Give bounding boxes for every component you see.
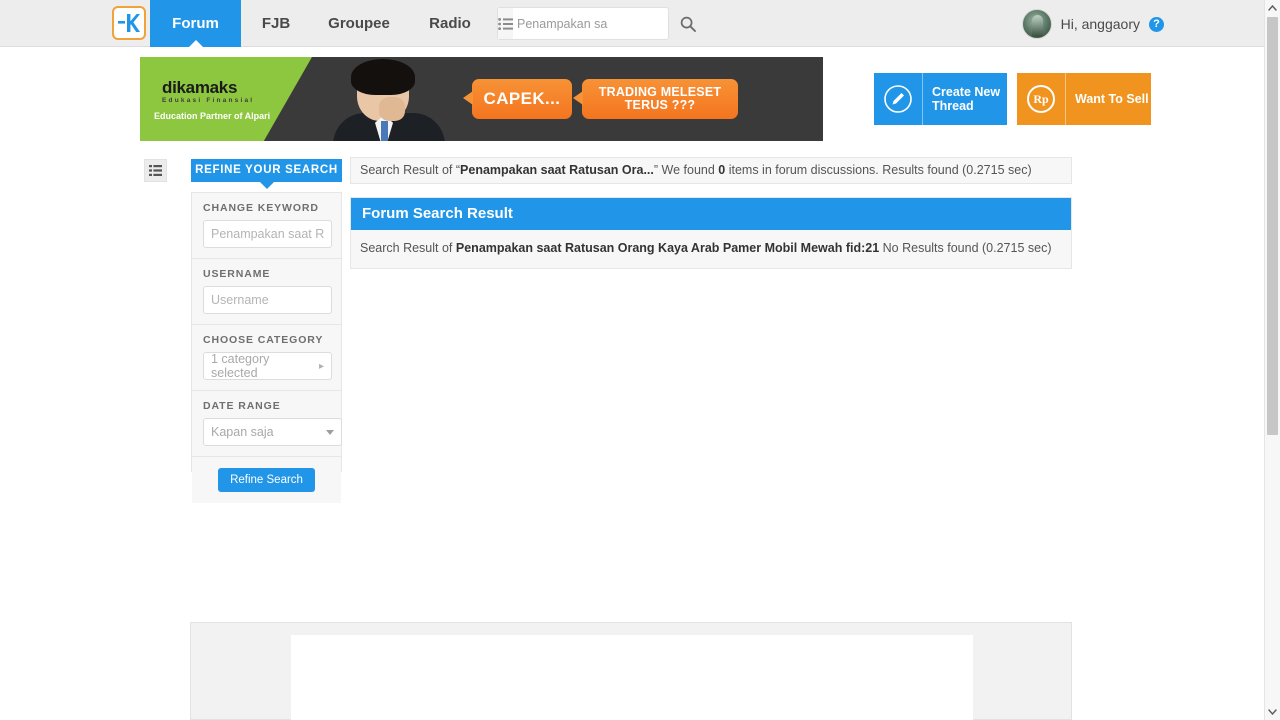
username-input[interactable] xyxy=(203,286,332,314)
nav-tab-radio[interactable]: Radio xyxy=(407,0,493,47)
nav-tab-forum-label: Forum xyxy=(172,15,219,32)
search-icon-glyph xyxy=(680,16,696,32)
bottom-advertisement-slot xyxy=(291,635,973,720)
page-scrollbar[interactable] xyxy=(1264,0,1280,720)
result-bar-prefix: Search Result of “ xyxy=(360,163,461,177)
sidebar-toggle-button[interactable] xyxy=(144,159,167,182)
banner-brand-sub: Edukasi Finansial xyxy=(162,97,255,104)
username-label: USERNAME xyxy=(203,268,271,280)
change-keyword-input[interactable] xyxy=(203,220,332,248)
want-to-sell-label: Want To Sell xyxy=(1075,91,1149,106)
top-navigation-bar: Forum FJB Groupee Radio Penampakan sa Hi… xyxy=(0,0,1264,48)
banner-person-hand xyxy=(379,97,405,121)
date-range-select[interactable]: Kapan saja xyxy=(203,418,342,446)
refine-submit-area: Refine Search xyxy=(192,457,341,503)
user-greeting: Hi, anggaory xyxy=(1060,16,1140,32)
chevron-right-icon: ▸ xyxy=(318,360,324,372)
banner-person-tie xyxy=(381,121,388,141)
list-icon-glyph xyxy=(498,17,513,30)
choose-category-label: CHOOSE CATEGORY xyxy=(203,334,324,346)
nav-tab-fjb-label: FJB xyxy=(261,15,291,32)
banner-person-hair xyxy=(351,59,415,95)
nav-tab-groupee-label: Groupee xyxy=(328,15,390,32)
result-body-suffix: No Results found (0.2715 sec) xyxy=(879,241,1052,255)
chevron-down-icon xyxy=(1268,709,1277,715)
result-bar-middle: ” We found xyxy=(653,163,719,177)
change-keyword-label: CHANGE KEYWORD xyxy=(203,202,319,214)
chevron-down-icon xyxy=(326,429,334,435)
result-bar-query: Penampakan saat Ratusan Ora... xyxy=(460,163,654,177)
page-root: Forum FJB Groupee Radio Penampakan sa Hi… xyxy=(0,0,1280,720)
search-input[interactable] xyxy=(513,9,680,38)
refine-search-button[interactable]: Refine Search xyxy=(218,468,315,492)
field-change-keyword: CHANGE KEYWORD xyxy=(192,193,341,259)
refine-search-panel: CHANGE KEYWORD USERNAME CHOOSE CATEGORY … xyxy=(191,192,342,503)
date-range-label: DATE RANGE xyxy=(203,400,281,412)
kaskus-logo[interactable] xyxy=(112,6,146,40)
banner-speech-bubble-1: CAPEK... xyxy=(463,79,572,119)
user-menu[interactable]: Hi, anggaory ? xyxy=(1021,8,1164,40)
help-icon[interactable]: ? xyxy=(1149,16,1164,32)
chevron-up-icon xyxy=(1268,5,1277,11)
pencil-icon xyxy=(874,73,922,125)
banner-brand: dikamaks Edukasi Finansial xyxy=(162,79,254,105)
pencil-icon-glyph xyxy=(884,85,912,113)
nav-tab-groupee[interactable]: Groupee xyxy=(311,0,407,47)
scrollbar-thumb[interactable] xyxy=(1267,17,1278,435)
scrollbar-down-arrow[interactable] xyxy=(1265,704,1280,720)
choose-category-value: 1 category selected xyxy=(211,352,270,380)
search-box xyxy=(497,7,696,40)
scrollbar-up-arrow[interactable] xyxy=(1265,0,1280,16)
list-toggle-icon xyxy=(149,165,162,176)
rupiah-icon-glyph: Rp xyxy=(1027,85,1055,113)
kaskus-logo-icon xyxy=(118,14,140,32)
result-body-prefix: Search Result of xyxy=(360,241,456,255)
search-result-summary-bar: Search Result of “Penampakan saat Ratusa… xyxy=(350,157,1072,184)
create-new-thread-button[interactable]: Create New Thread xyxy=(874,73,1007,125)
forum-search-result-panel: Forum Search Result Search Result of Pen… xyxy=(350,197,1072,269)
nav-tab-forum[interactable]: Forum xyxy=(150,0,241,48)
field-username: USERNAME xyxy=(192,259,341,325)
rupiah-icon: Rp xyxy=(1017,73,1065,125)
list-icon[interactable] xyxy=(498,8,513,39)
create-new-thread-label: Create New Thread xyxy=(932,84,1001,113)
choose-category-select[interactable]: 1 category selected ▸ xyxy=(203,352,332,380)
forum-search-result-body: Search Result of Penampakan saat Ratusan… xyxy=(351,230,1071,268)
date-range-value: Kapan saja xyxy=(211,425,274,439)
want-to-sell-button[interactable]: Rp Want To Sell xyxy=(1017,73,1151,125)
banner-tagline: Education Partner of Alpari xyxy=(154,111,271,121)
banner-advertisement[interactable]: dikamaks Edukasi Finansial Education Par… xyxy=(140,57,823,141)
result-body-query: Penampakan saat Ratusan Orang Kaya Arab … xyxy=(455,241,880,255)
search-icon[interactable] xyxy=(680,8,696,39)
banner-person-image xyxy=(315,57,475,141)
avatar[interactable] xyxy=(1021,9,1052,39)
banner-brand-name: dikamaks xyxy=(162,78,238,97)
forum-search-result-title: Forum Search Result xyxy=(351,198,1071,230)
result-bar-suffix: items in forum discussions. Results foun… xyxy=(725,163,1032,177)
nav-tab-radio-label: Radio xyxy=(429,15,471,32)
banner-speech-bubble-2: TRADING MELESET TERUS ??? xyxy=(573,79,738,119)
refine-your-search-header[interactable]: REFINE YOUR SEARCH xyxy=(191,159,342,189)
bottom-advertisement-container[interactable] xyxy=(190,622,1072,720)
nav-tab-fjb[interactable]: FJB xyxy=(241,0,311,47)
field-choose-category: CHOOSE CATEGORY 1 category selected ▸ xyxy=(192,325,341,391)
field-date-range: DATE RANGE Kapan saja xyxy=(192,391,342,457)
